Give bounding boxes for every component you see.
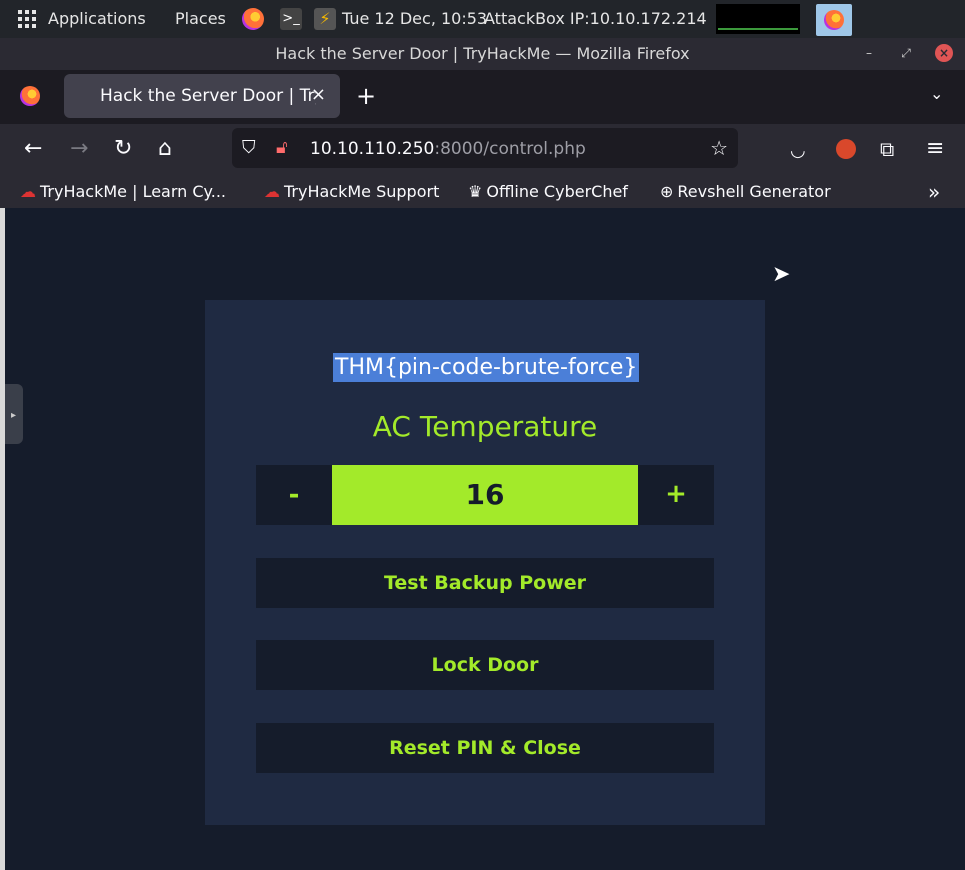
url-bar[interactable]: ⛉ 🔓︎ 10.10.110.250:8000/control.php ☆ (232, 128, 738, 168)
tab-label: Hack the Server Door | TryHackMe (100, 86, 316, 106)
increase-temperature-button[interactable]: + (638, 465, 714, 525)
extension-icon[interactable] (836, 139, 856, 159)
system-monitor-graph (716, 4, 800, 34)
reset-pin-close-button[interactable]: Reset PIN & Close (256, 723, 714, 773)
firefox-launcher-icon[interactable] (242, 8, 264, 30)
lock-door-button[interactable]: Lock Door (256, 640, 714, 690)
window-title: Hack the Server Door | TryHackMe — Mozil… (275, 44, 690, 63)
forward-button[interactable]: → (70, 137, 88, 161)
app-grid-icon[interactable] (18, 10, 36, 28)
temperature-stepper: - 16 + (256, 465, 714, 525)
more-bookmarks-chevron-icon[interactable]: » (928, 180, 940, 204)
list-all-tabs-button[interactable]: ⌄ (930, 84, 943, 103)
temperature-value: 16 (332, 465, 638, 525)
mouse-pointer-icon: ➤ (772, 262, 791, 287)
minimize-button[interactable]: – (860, 44, 878, 62)
bookmark-offline-cyberchef[interactable]: ♛ Offline CyberChef (468, 182, 628, 201)
new-tab-button[interactable]: + (356, 82, 376, 110)
sublime-launcher-icon[interactable]: ⚡ (314, 8, 336, 30)
navigation-toolbar: ← → ↻ ⌂ ⛉ 🔓︎ 10.10.110.250:8000/control.… (0, 124, 965, 176)
back-button[interactable]: ← (24, 137, 42, 161)
tryhackme-cloud-icon: ☁ (20, 182, 36, 201)
globe-icon: ⊕ (660, 182, 674, 201)
firefox-icon (824, 10, 844, 30)
ac-temperature-heading: AC Temperature (372, 410, 598, 443)
reload-button[interactable]: ↻ (114, 137, 132, 161)
hamburger-menu-icon[interactable]: ≡ (926, 137, 944, 161)
insecure-connection-lock-icon[interactable]: 🔓︎ (276, 137, 288, 158)
expand-arrow-icon: ▸ (11, 410, 17, 421)
bookmark-star-icon[interactable]: ☆ (710, 136, 728, 160)
maximize-button[interactable]: ⤢ (897, 44, 915, 62)
test-backup-power-button[interactable]: Test Backup Power (256, 558, 714, 608)
extensions-puzzle-icon[interactable]: ⧉ (880, 137, 894, 161)
sidebar-drag-handle[interactable]: ▸ (5, 384, 23, 444)
attackbox-ip: AttackBox IP:10.10.172.214 (484, 9, 707, 28)
pocket-icon[interactable]: ◡ (790, 139, 806, 163)
firefox-view-icon[interactable] (20, 86, 40, 106)
desktop-top-panel: Applications Places >_ ⚡ Tue 12 Dec, 10:… (0, 0, 965, 38)
bookmark-tryhackme-learn[interactable]: ☁ TryHackMe | Learn Cy... (20, 182, 226, 201)
url-text[interactable]: 10.10.110.250:8000/control.php (310, 139, 586, 159)
tab-active[interactable]: Hack the Server Door | TryHackMe × (64, 74, 340, 118)
tryhackme-cloud-icon: ☁ (264, 182, 280, 201)
home-button[interactable]: ⌂ (158, 137, 172, 161)
tab-strip: Hack the Server Door | TryHackMe × + ⌄ (0, 70, 965, 124)
chef-hat-icon: ♛ (468, 182, 483, 201)
bookmark-tryhackme-support[interactable]: ☁ TryHackMe Support (264, 182, 439, 201)
window-titlebar: Hack the Server Door | TryHackMe — Mozil… (0, 38, 965, 70)
terminal-launcher-icon[interactable]: >_ (280, 8, 302, 30)
bookmarks-toolbar: ☁ TryHackMe | Learn Cy... ☁ TryHackMe Supp… (0, 176, 965, 208)
control-panel-card: THM{pin-code-brute-force} AC Temperature… (205, 300, 765, 825)
close-tab-icon[interactable]: × (311, 84, 326, 105)
flag-text: THM{pin-code-brute-force} (333, 353, 640, 382)
clock: Tue 12 Dec, 10:53 (342, 9, 488, 28)
firefox-taskbar-button[interactable] (816, 4, 852, 36)
close-window-button[interactable]: × (935, 44, 953, 62)
tracking-protection-shield-icon[interactable]: ⛉ (242, 137, 256, 158)
places-menu[interactable]: Places (175, 9, 226, 28)
decrease-temperature-button[interactable]: - (256, 465, 332, 525)
applications-menu[interactable]: Applications (48, 9, 146, 28)
bookmark-revshell-generator[interactable]: ⊕ Revshell Generator (660, 182, 831, 201)
